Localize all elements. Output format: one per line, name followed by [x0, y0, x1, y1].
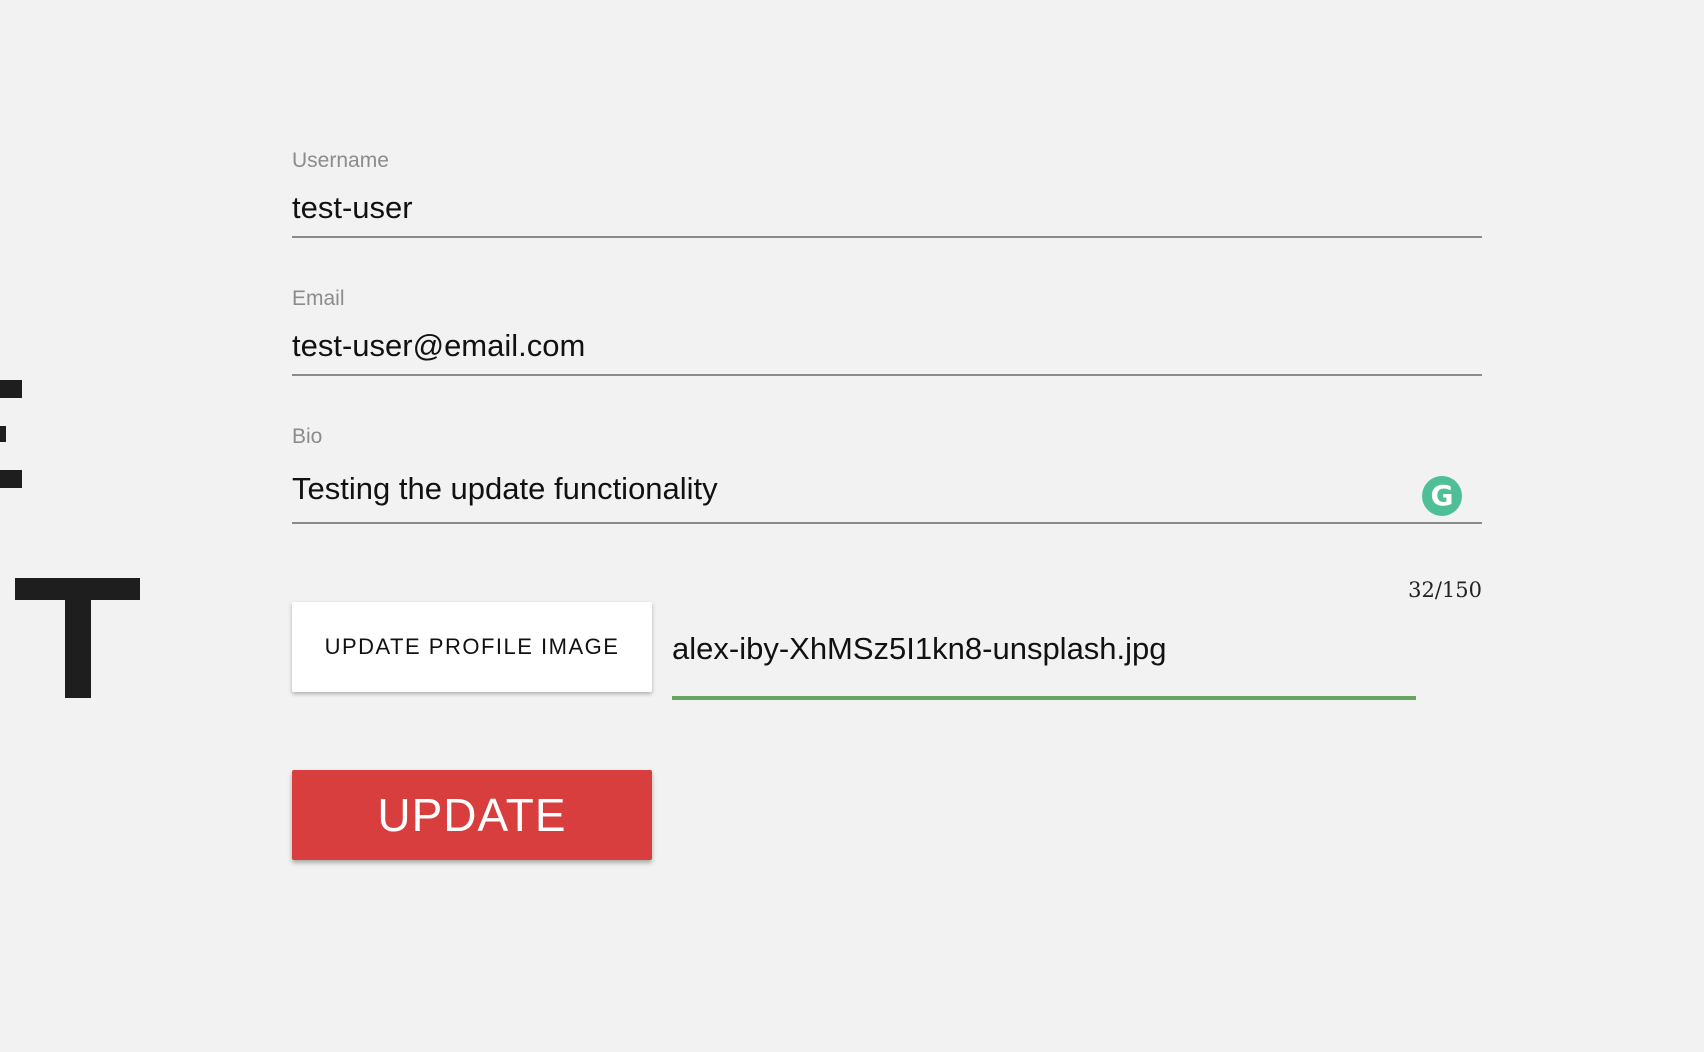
selected-filename-field[interactable]: alex-iby-XhMSz5I1kn8-unsplash.jpg — [672, 602, 1416, 700]
bio-char-counter: 32/150 — [1408, 578, 1482, 602]
heading-letter-e — [0, 380, 22, 488]
update-profile-image-button[interactable]: UPDATE PROFILE IMAGE — [292, 602, 652, 692]
profile-update-form: Username Email Bio G 32/150 UPDATE PROFI… — [292, 150, 1482, 860]
profile-image-upload: UPDATE PROFILE IMAGE alex-iby-XhMSz5I1kn… — [292, 602, 1482, 700]
page-heading-partial — [0, 370, 150, 710]
selected-filename: alex-iby-XhMSz5I1kn8-unsplash.jpg — [672, 631, 1167, 666]
grammarly-icon[interactable]: G — [1422, 476, 1462, 516]
email-label: Email — [292, 287, 345, 310]
username-input[interactable] — [292, 180, 1482, 236]
bio-label: Bio — [292, 425, 323, 448]
bio-underline — [292, 522, 1482, 524]
email-input[interactable] — [292, 318, 1482, 374]
update-button[interactable]: UPDATE — [292, 770, 652, 860]
username-field: Username — [292, 150, 1482, 272]
email-field: Email — [292, 288, 1482, 410]
username-label: Username — [292, 149, 389, 172]
username-underline — [292, 236, 1482, 238]
heading-letter-t — [15, 578, 140, 698]
email-underline — [292, 374, 1482, 376]
bio-input[interactable] — [292, 456, 1482, 522]
filename-underline — [672, 696, 1416, 700]
bio-field: Bio G — [292, 426, 1482, 548]
